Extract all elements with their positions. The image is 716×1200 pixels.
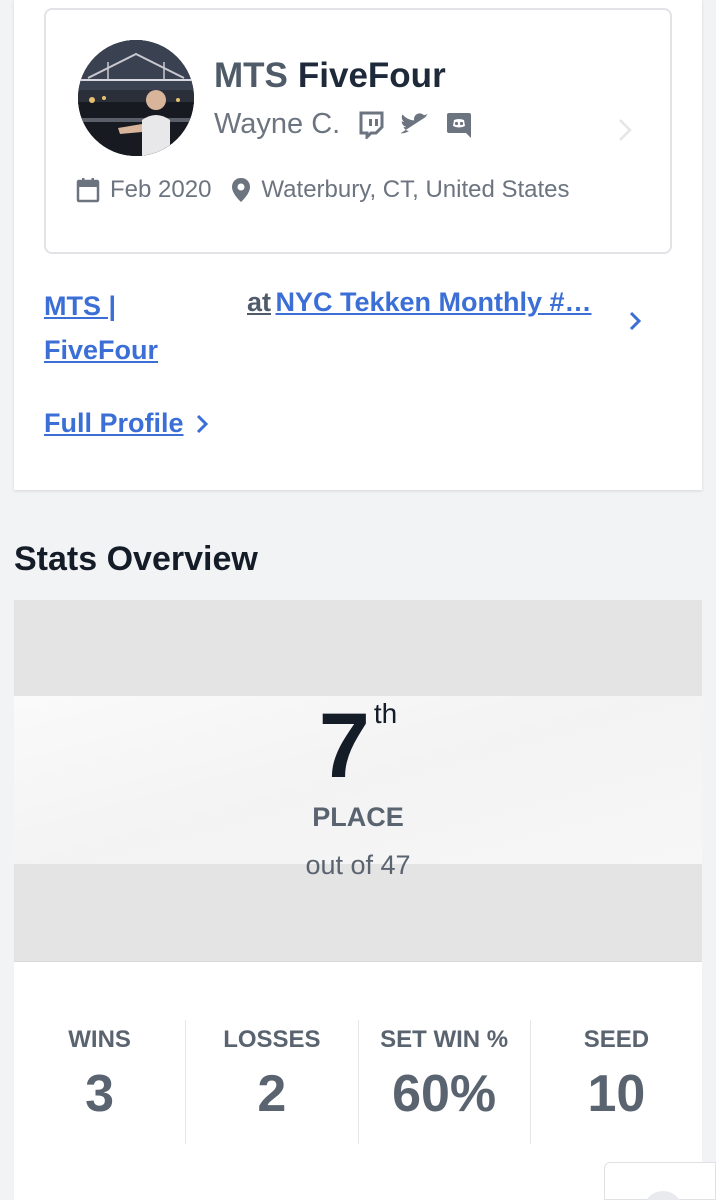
stat-label: SEED	[583, 1026, 650, 1053]
joined-date: Feb 2020	[110, 176, 212, 203]
stat-set-win: SET WIN % 60%	[359, 1020, 531, 1144]
floating-button[interactable]	[643, 1191, 683, 1200]
real-name: Wayne C.	[214, 108, 341, 140]
calendar-icon	[76, 177, 100, 203]
stats-overview-card: 7th PLACE out of 47 WINS 3 LOSSES 2 SET …	[14, 600, 702, 1200]
stat-wins: WINS 3	[14, 1020, 187, 1144]
location-pin-icon	[231, 177, 251, 203]
twitter-icon[interactable]	[400, 110, 430, 140]
chevron-right-icon[interactable]	[628, 310, 642, 337]
stat-value: 10	[587, 1065, 646, 1123]
stats-row: WINS 3 LOSSES 2 SET WIN % 60% SEED 10	[14, 1020, 702, 1144]
avatar	[78, 40, 194, 156]
real-name-row: Wayne C.	[214, 108, 488, 141]
section-title: Stats Overview	[14, 540, 258, 578]
place-label: PLACE	[312, 802, 404, 832]
gamertag: FiveFour	[297, 56, 446, 95]
profile-meta: Feb 2020 Waterbury, CT, United States	[76, 176, 570, 204]
stat-value: 60%	[392, 1065, 497, 1123]
stat-label: WINS	[68, 1026, 131, 1053]
player-name: MTS FiveFour	[214, 56, 446, 96]
stat-label: LOSSES	[223, 1026, 321, 1053]
placement-number: 7	[318, 695, 370, 797]
place-total: out of 47	[305, 850, 411, 880]
placement-banner: 7th PLACE out of 47	[14, 600, 702, 962]
player-card: MTS FiveFour Wayne C. Feb 2020 Waterbury…	[14, 0, 702, 490]
stat-label: SET WIN %	[380, 1026, 509, 1053]
full-profile-link[interactable]: Full Profile	[44, 408, 208, 439]
twitch-icon[interactable]	[356, 110, 386, 140]
placement-suffix: th	[373, 698, 398, 729]
stat-value: 3	[85, 1065, 115, 1123]
event-link[interactable]: NYC Tekken Monthly #…	[275, 287, 591, 317]
at-label: at	[247, 287, 272, 317]
stat-value: 2	[257, 1065, 287, 1123]
team-prefix: MTS	[214, 56, 288, 95]
floating-widget[interactable]	[604, 1162, 716, 1200]
location: Waterbury, CT, United States	[261, 176, 570, 203]
attendee-link[interactable]: MTS | FiveFour	[44, 284, 204, 372]
stat-losses: LOSSES 2	[186, 1020, 359, 1144]
chevron-right-icon	[196, 414, 208, 433]
stat-seed: SEED 10	[531, 1020, 702, 1144]
chevron-right-icon	[618, 118, 632, 149]
event-link-row[interactable]: at NYC Tekken Monthly #…	[247, 284, 627, 325]
full-profile-label: Full Profile	[44, 408, 184, 438]
placement: 7th	[14, 694, 702, 799]
profile-summary[interactable]: MTS FiveFour Wayne C. Feb 2020 Waterbury…	[44, 8, 672, 254]
discord-icon[interactable]	[444, 110, 474, 140]
